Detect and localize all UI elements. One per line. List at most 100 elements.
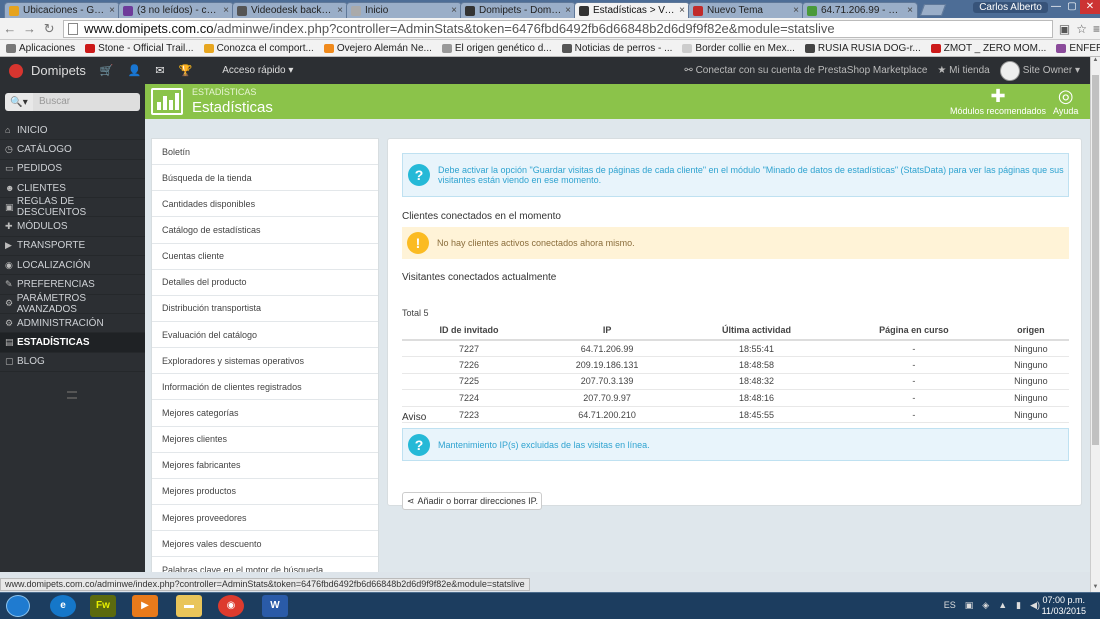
- tab-close-icon[interactable]: ×: [109, 5, 115, 16]
- bookmark-item[interactable]: Stone - Official Trail...: [85, 43, 194, 54]
- internet-explorer-icon[interactable]: e: [50, 595, 76, 617]
- help-button[interactable]: ◎ Ayuda: [1053, 86, 1078, 116]
- sidebar-item[interactable]: ✎ Preferencias: [0, 275, 145, 295]
- bookmark-item[interactable]: Noticias de perros - ...: [561, 43, 672, 54]
- bookmark-item[interactable]: RUSIA RUSIA DOG-r...: [804, 43, 921, 54]
- stats-module-link[interactable]: Cuentas cliente: [152, 244, 378, 270]
- tab-close-icon[interactable]: ×: [907, 5, 913, 16]
- bookmark-item[interactable]: ENFERMEDADES INF...: [1056, 43, 1100, 54]
- browser-tab[interactable]: Videodesk back-offic ×: [232, 2, 348, 18]
- bookmark-star-icon[interactable]: ☆: [1076, 22, 1087, 36]
- user-icon[interactable]: 👤: [128, 64, 142, 77]
- tray-icon[interactable]: ◈: [982, 600, 989, 611]
- forward-icon[interactable]: →: [20, 21, 40, 36]
- sidebar-item[interactable]: ▤ Estadísticas: [0, 333, 145, 353]
- page-scrollbar[interactable]: ▲ ▼: [1090, 57, 1100, 592]
- start-button-icon[interactable]: [6, 595, 30, 617]
- bookmark-item[interactable]: Ovejero Alemán Ne...: [323, 43, 432, 54]
- browser-tab[interactable]: Ubicaciones - Googl ×: [4, 2, 120, 18]
- media-player-icon[interactable]: ▶: [132, 595, 158, 617]
- stats-module-link[interactable]: Información de clientes registrados: [152, 374, 378, 401]
- cart-icon[interactable]: 🛒: [100, 64, 114, 77]
- language-indicator[interactable]: ES: [944, 600, 956, 611]
- sidebar-item[interactable]: ◉ Localización: [0, 256, 145, 276]
- manage-ip-button[interactable]: ⋖ Añadir o borrar direcciones IP.: [402, 492, 542, 510]
- stats-module-link[interactable]: Mejores categorías: [152, 400, 378, 427]
- tab-close-icon[interactable]: ×: [565, 5, 571, 16]
- stats-module-link[interactable]: Cantidades disponibles: [152, 191, 378, 218]
- stats-module-link[interactable]: Boletín: [152, 139, 378, 166]
- tab-close-icon[interactable]: ×: [337, 5, 343, 16]
- search-icon[interactable]: 🔍▾: [5, 93, 33, 111]
- close-icon[interactable]: ✕: [1080, 0, 1100, 14]
- sidebar-item[interactable]: ◷ Catálogo: [0, 140, 145, 160]
- stats-module-link[interactable]: Mejores proveedores: [152, 505, 378, 532]
- tray-icon[interactable]: ▣: [965, 600, 974, 611]
- stats-module-link[interactable]: Exploradores y sistemas operativos: [152, 348, 378, 375]
- search-input[interactable]: Buscar: [33, 93, 140, 111]
- browser-tab[interactable]: Estadísticas > Ver / D×: [574, 2, 690, 18]
- stats-module-link[interactable]: Mejores fabricantes: [152, 453, 378, 479]
- marketplace-link[interactable]: ⚯ Conectar con su cuenta de PrestaShop M…: [684, 65, 927, 76]
- chrome-icon[interactable]: ◉: [218, 595, 244, 617]
- stats-module-link[interactable]: Mejores productos: [152, 479, 378, 505]
- browser-tab[interactable]: Inicio ×: [346, 2, 462, 18]
- extension-icon[interactable]: ▣: [1059, 22, 1070, 36]
- explorer-folder-icon[interactable]: ▬: [176, 595, 202, 617]
- fireworks-icon[interactable]: Fw: [90, 595, 116, 617]
- reload-icon[interactable]: ↻: [39, 21, 59, 37]
- user-menu[interactable]: Site Owner ▾: [999, 60, 1080, 81]
- browser-tab[interactable]: Nuevo Tema ×: [688, 2, 804, 18]
- browser-tab[interactable]: 64.71.206.99 - Ver Dir×: [802, 2, 918, 18]
- word-icon[interactable]: W: [262, 595, 288, 617]
- stats-module-link[interactable]: Distribución transportista: [152, 296, 378, 322]
- browser-tab[interactable]: (3 no leídos) - cagud ×: [118, 2, 234, 18]
- new-tab-button[interactable]: [919, 4, 947, 16]
- stats-module-link[interactable]: Palabras clave en el motor de búsqueda: [152, 557, 378, 572]
- bookmark-item[interactable]: Border collie en Mex...: [682, 43, 795, 54]
- tab-close-icon[interactable]: ×: [451, 5, 457, 16]
- tab-close-icon[interactable]: ×: [223, 5, 229, 16]
- my-shop-link[interactable]: ★ Mi tienda: [937, 65, 989, 76]
- prestashop-logo-icon[interactable]: [9, 63, 23, 78]
- maximize-icon[interactable]: ▢: [1064, 0, 1080, 14]
- stats-module-link[interactable]: Mejores vales descuento: [152, 531, 378, 558]
- stats-module-link[interactable]: Mejores clientes: [152, 427, 378, 453]
- mail-icon[interactable]: ✉: [155, 64, 164, 77]
- tab-close-icon[interactable]: ×: [793, 5, 799, 16]
- sidebar-item[interactable]: ☻ Clientes: [0, 179, 145, 199]
- window-user-badge[interactable]: Carlos Alberto: [973, 2, 1048, 13]
- volume-icon[interactable]: ◀): [1030, 600, 1040, 611]
- bookmark-item[interactable]: Conozca el comport...: [203, 43, 314, 54]
- scroll-thumb[interactable]: [1092, 75, 1099, 445]
- scroll-up-icon[interactable]: ▲: [1091, 57, 1100, 65]
- sidebar-item[interactable]: ▭ Pedidos: [0, 160, 145, 179]
- bookmark-item[interactable]: El origen genético d...: [441, 43, 552, 54]
- stats-module-link[interactable]: Búsqueda de la tienda: [152, 165, 378, 192]
- bookmark-item[interactable]: ZMOT _ ZERO MOM...: [930, 43, 1046, 54]
- sidebar-item[interactable]: ⚙ Parámetros avanzados: [0, 293, 145, 315]
- sidebar-item[interactable]: ✚ Módulos: [0, 217, 145, 237]
- address-bar[interactable]: www.domipets.com.co/adminwe/index.php?co…: [63, 19, 1053, 38]
- shop-name[interactable]: Domipets: [31, 63, 86, 78]
- scroll-down-icon[interactable]: ▼: [1091, 584, 1100, 592]
- stats-module-link[interactable]: Detalles del producto: [152, 270, 378, 296]
- tray-icon[interactable]: ▲: [998, 600, 1007, 611]
- tab-close-icon[interactable]: ×: [679, 5, 685, 16]
- trophy-icon[interactable]: 🏆: [179, 64, 193, 77]
- clock[interactable]: 07:00 p.m. 11/03/2015: [1042, 595, 1086, 617]
- minimize-icon[interactable]: —: [1048, 0, 1064, 14]
- stats-module-link[interactable]: Evaluación del catálogo: [152, 322, 378, 349]
- back-icon[interactable]: ←: [0, 21, 20, 36]
- quick-access-dropdown[interactable]: Acceso rápido ▾: [222, 65, 293, 76]
- sidebar-item[interactable]: ▣ Reglas de descuentos: [0, 196, 145, 218]
- network-icon[interactable]: ▮: [1016, 600, 1021, 611]
- sidebar-item[interactable]: ⌂ Inicio: [0, 121, 145, 141]
- sidebar-item[interactable]: ⚙ Administración: [0, 314, 145, 334]
- sidebar-item[interactable]: ▢ Blog: [0, 353, 145, 372]
- collapse-menu-icon[interactable]: [67, 391, 77, 399]
- bookmark-item[interactable]: Aplicaciones: [6, 43, 75, 54]
- browser-tab[interactable]: Domipets - Domipet ×: [460, 2, 576, 18]
- sidebar-item[interactable]: ▶ Transporte: [0, 237, 145, 257]
- menu-icon[interactable]: ≡: [1093, 22, 1100, 36]
